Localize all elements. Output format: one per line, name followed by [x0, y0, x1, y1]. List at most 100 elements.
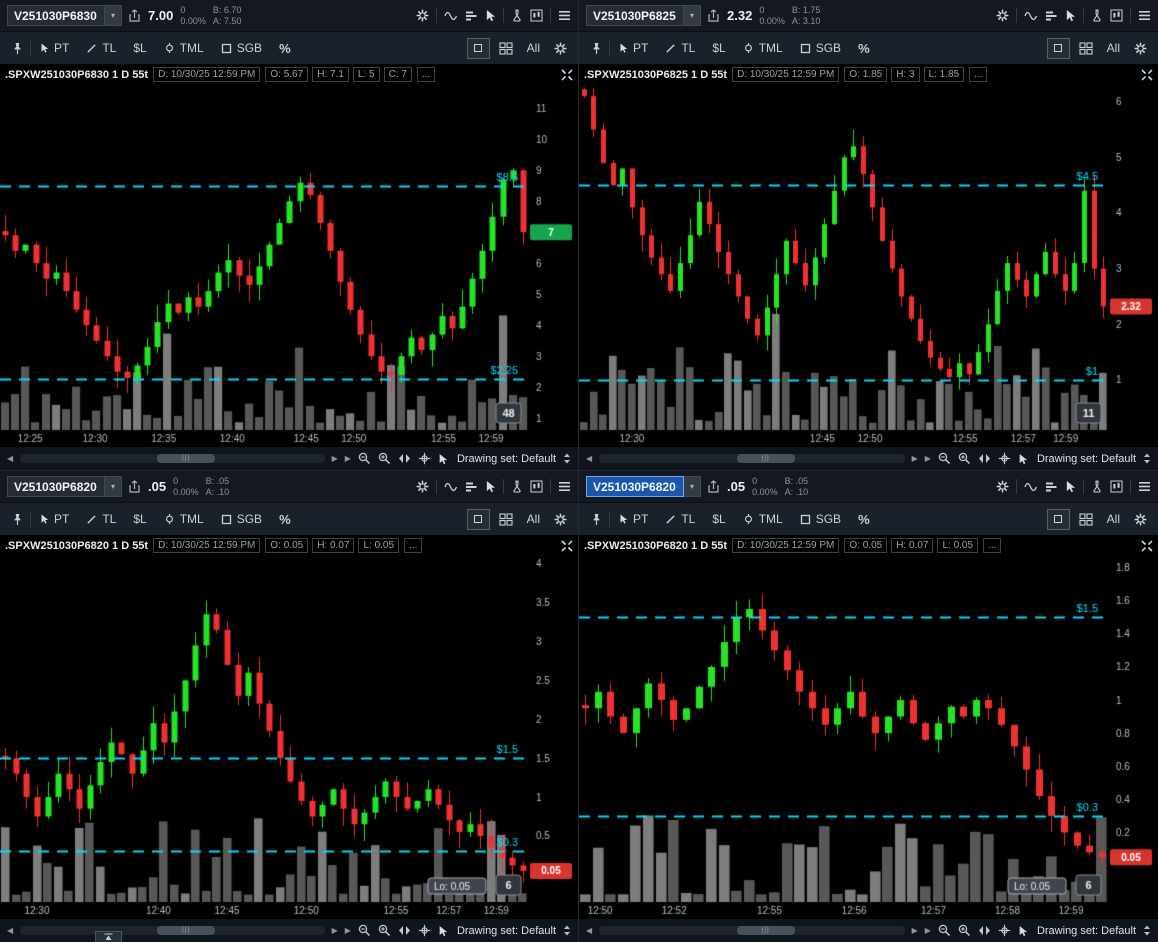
trendline-tool-button[interactable]: TL [657, 508, 703, 530]
cursor-icon[interactable] [1018, 453, 1028, 465]
cursor-icon[interactable] [438, 453, 448, 465]
crosshair-icon[interactable] [418, 452, 431, 465]
pointer-tool-button[interactable]: PT [611, 37, 656, 59]
share-link-icon[interactable] [708, 480, 719, 493]
symbol-input[interactable]: V251030P6825 [586, 5, 684, 26]
detach-icon[interactable] [561, 69, 573, 81]
sgb-tool-button[interactable]: SGB [792, 37, 849, 59]
scrollbar[interactable]: ||| [20, 454, 324, 463]
pin-icon[interactable] [585, 513, 608, 526]
drawing-set-arrows-icon[interactable] [1143, 453, 1151, 464]
pointer-tool-button[interactable]: PT [32, 508, 77, 530]
pan-icon[interactable] [978, 925, 991, 936]
trendline-tool-button[interactable]: TL [78, 37, 124, 59]
scroll-right-button[interactable]: ▶ [912, 926, 918, 935]
pan-icon[interactable] [398, 925, 411, 936]
single-chart-button[interactable] [1047, 509, 1070, 530]
gear-icon[interactable] [996, 9, 1009, 22]
cursor-icon[interactable] [485, 9, 496, 22]
zoom-in-icon[interactable] [378, 924, 391, 937]
menu-icon[interactable] [558, 481, 571, 492]
share-link-icon[interactable] [129, 480, 140, 493]
pattern-icon[interactable] [530, 480, 543, 493]
sgb-tool-button[interactable]: SGB [213, 37, 270, 59]
sgb-tool-button[interactable]: SGB [792, 508, 849, 530]
scroll-right-button[interactable]: ▶ [912, 454, 918, 463]
gear-icon[interactable] [549, 513, 572, 526]
scrollbar[interactable]: ||| [20, 926, 324, 935]
time-level-tool-button[interactable]: TML [156, 37, 212, 59]
menu-icon[interactable] [1138, 10, 1151, 21]
collapse-panel-tab[interactable] [95, 931, 122, 942]
symbol-input[interactable]: V251030P6830 [7, 5, 105, 26]
grid-layout-icon[interactable] [494, 513, 518, 526]
scroll-right-button[interactable]: ▶ [332, 454, 338, 463]
detach-icon[interactable] [1141, 540, 1153, 552]
drawing-set-arrows-icon[interactable] [563, 453, 571, 464]
zoom-out-icon[interactable] [358, 452, 371, 465]
fast-forward-button[interactable]: ▶ [925, 926, 931, 935]
price-chart[interactable] [579, 85, 1158, 447]
cursor-icon[interactable] [438, 925, 448, 937]
symbol-dropdown-button[interactable]: ▾ [684, 5, 701, 26]
gear-icon[interactable] [1129, 513, 1152, 526]
pointer-tool-button[interactable]: PT [32, 37, 77, 59]
time-level-tool-button[interactable]: TML [735, 37, 791, 59]
fast-forward-button[interactable]: ▶ [925, 454, 931, 463]
more-stats-button[interactable]: ... [969, 67, 987, 82]
volume-profile-icon[interactable] [465, 481, 478, 493]
pin-icon[interactable] [6, 42, 29, 55]
drawing-set-arrows-icon[interactable] [1143, 925, 1151, 936]
time-level-tool-button[interactable]: TML [735, 508, 791, 530]
all-button[interactable]: All [1099, 37, 1128, 59]
all-button[interactable]: All [519, 508, 548, 530]
zoom-in-icon[interactable] [958, 452, 971, 465]
volume-profile-icon[interactable] [1045, 10, 1058, 22]
gear-icon[interactable] [416, 480, 429, 493]
pattern-icon[interactable] [1110, 9, 1123, 22]
price-level-tool-button[interactable]: $L [125, 37, 154, 59]
percent-tool-button[interactable]: % [850, 37, 878, 60]
gear-icon[interactable] [1129, 42, 1152, 55]
zoom-out-icon[interactable] [938, 924, 951, 937]
drawing-set-label[interactable]: Drawing set: Default [457, 453, 556, 465]
gear-icon[interactable] [996, 480, 1009, 493]
gear-icon[interactable] [549, 42, 572, 55]
time-level-tool-button[interactable]: TML [156, 508, 212, 530]
studies-wave-icon[interactable] [444, 11, 458, 21]
more-stats-button[interactable]: ... [417, 67, 435, 82]
share-link-icon[interactable] [708, 9, 719, 22]
single-chart-button[interactable] [1047, 38, 1070, 59]
scrollbar-thumb[interactable]: ||| [737, 454, 795, 463]
pointer-tool-button[interactable]: PT [611, 508, 656, 530]
gear-icon[interactable] [416, 9, 429, 22]
pattern-icon[interactable] [530, 9, 543, 22]
symbol-input[interactable]: V251030P6820 [586, 476, 684, 497]
price-level-tool-button[interactable]: $L [704, 37, 733, 59]
flask-icon[interactable] [511, 9, 523, 22]
percent-tool-button[interactable]: % [271, 508, 299, 531]
crosshair-icon[interactable] [998, 452, 1011, 465]
single-chart-button[interactable] [467, 38, 490, 59]
flask-icon[interactable] [1091, 9, 1103, 22]
percent-tool-button[interactable]: % [850, 508, 878, 531]
grid-layout-icon[interactable] [1074, 42, 1098, 55]
scrollbar[interactable]: ||| [599, 454, 904, 463]
all-button[interactable]: All [519, 37, 548, 59]
symbol-dropdown-button[interactable]: ▾ [684, 476, 701, 497]
share-link-icon[interactable] [129, 9, 140, 22]
sgb-tool-button[interactable]: SGB [213, 508, 270, 530]
price-chart[interactable] [0, 556, 578, 919]
cursor-icon[interactable] [1065, 9, 1076, 22]
price-chart[interactable] [579, 556, 1158, 919]
scroll-left-button[interactable]: ◀ [586, 454, 592, 463]
menu-icon[interactable] [558, 10, 571, 21]
single-chart-button[interactable] [467, 509, 490, 530]
zoom-out-icon[interactable] [938, 452, 951, 465]
pan-icon[interactable] [978, 453, 991, 464]
price-level-tool-button[interactable]: $L [704, 508, 733, 530]
scrollbar[interactable]: ||| [599, 926, 904, 935]
symbol-dropdown-button[interactable]: ▾ [105, 5, 122, 26]
studies-wave-icon[interactable] [444, 482, 458, 492]
scrollbar-thumb[interactable]: ||| [157, 454, 215, 463]
